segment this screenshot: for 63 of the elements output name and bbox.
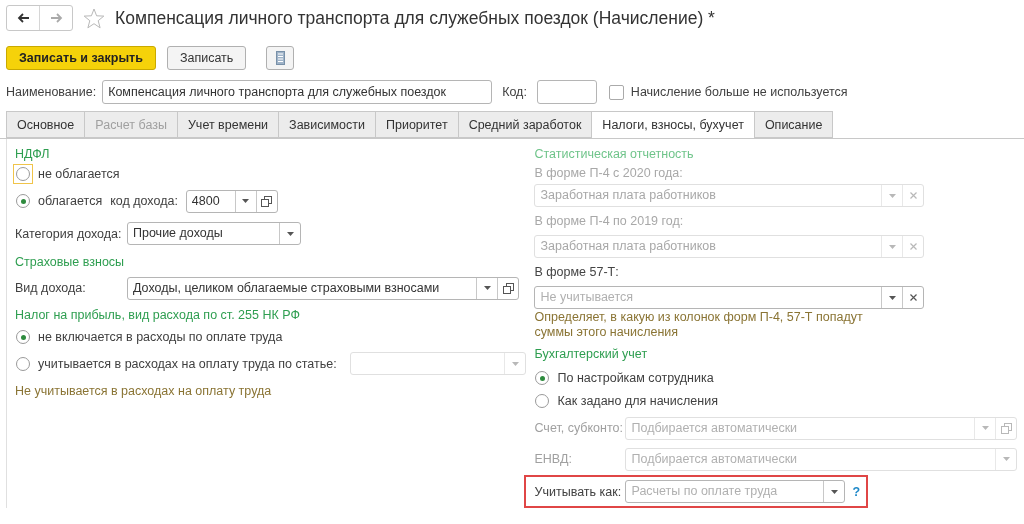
- field-caption: В форме П-4 с 2020 года:: [534, 166, 683, 180]
- name-field[interactable]: Компенсация личного транспорта для служебных поездок: [102, 80, 493, 104]
- caret-icon: [512, 361, 519, 366]
- list-icon: [275, 51, 285, 65]
- radio-button[interactable]: Как задано для начисления: [534, 390, 718, 411]
- hint-text: Определяет, в какую из колонок форм П-4, 57-Т попадут суммы этого начисления: [534, 310, 864, 340]
- tab[interactable]: Основное: [6, 111, 85, 138]
- field-label: Вид дохода:: [15, 281, 87, 295]
- field-label: Счет, субконто:: [534, 421, 622, 435]
- tab[interactable]: Описание: [753, 111, 834, 138]
- field-label: Наименование:: [6, 85, 97, 99]
- hint-text: Не учитывается в расходах на оплату труда: [15, 383, 273, 399]
- windows-icon: [1001, 422, 1012, 434]
- dropdown-field[interactable]: 4800: [185, 189, 278, 213]
- windows-icon: [502, 282, 514, 294]
- caret-icon: [831, 489, 838, 494]
- windows-icon: [261, 195, 273, 207]
- caret-icon: [483, 286, 491, 290]
- section-heading: Статистическая отчетность: [534, 147, 694, 161]
- caret-icon: [242, 199, 250, 203]
- star-icon[interactable]: [83, 7, 105, 29]
- radio-button[interactable]: облагается: [15, 191, 103, 211]
- tab[interactable]: Приоритет: [374, 111, 458, 138]
- checkbox-label: Начисление больше не используется: [630, 85, 848, 99]
- field-label: Категория дохода:: [15, 226, 123, 241]
- radio-button[interactable]: не включается в расходы по оплате труда: [15, 327, 283, 347]
- left-arrow-icon: [16, 13, 30, 23]
- field-label: код дохода:: [110, 194, 178, 208]
- section-heading: Страховые взносы: [15, 255, 125, 269]
- dropdown-field[interactable]: Прочие доходы: [127, 222, 301, 245]
- field-label: Учитывать как:: [534, 484, 622, 499]
- tab[interactable]: Средний заработок: [457, 111, 592, 138]
- field-label: ЕНВД:: [534, 452, 573, 466]
- caret-icon: [889, 295, 896, 300]
- tab[interactable]: Налоги, взносы, бухучет: [591, 111, 754, 139]
- right-arrow-icon: [49, 13, 63, 23]
- checkbox[interactable]: [608, 84, 624, 100]
- save-button[interactable]: Записать: [166, 46, 247, 70]
- close-icon: [910, 192, 917, 199]
- tab[interactable]: Зависимости: [278, 111, 375, 138]
- caret-icon: [286, 231, 294, 236]
- help-link[interactable]: ?: [852, 484, 861, 499]
- tab[interactable]: Учет времени: [176, 111, 279, 138]
- field-caption: В форме П-4 по 2019 год:: [534, 214, 684, 228]
- more-button[interactable]: [266, 46, 295, 70]
- code-field[interactable]: [536, 80, 597, 104]
- field-caption: В форме 57-Т:: [534, 265, 619, 279]
- caret-icon: [1003, 457, 1010, 461]
- radio-button[interactable]: По настройкам сотрудника: [534, 368, 714, 388]
- section-heading: НДФЛ: [15, 147, 50, 161]
- window-title: Компенсация личного транспорта для служебных поездок (Начисление) *: [115, 7, 715, 29]
- caret-icon: [889, 244, 896, 249]
- caret-icon: [889, 193, 896, 198]
- field-label: Код:: [502, 85, 527, 99]
- section-heading: Бухгалтерский учет: [534, 347, 648, 361]
- radio-button[interactable]: учитывается в расходах на оплату труда по статье:: [15, 353, 337, 374]
- dropdown-field[interactable]: Доходы, целиком облагаемые страховыми взносами: [127, 276, 519, 300]
- save-and-close-button[interactable]: Записать и закрыть: [6, 46, 156, 70]
- close-icon: [910, 294, 917, 301]
- radio-button[interactable]: не облагается: [15, 164, 120, 184]
- caret-icon: [982, 426, 989, 430]
- section-heading: Налог на прибыль, вид расхода по ст. 255 НК РФ: [15, 307, 300, 322]
- close-icon: [910, 243, 917, 250]
